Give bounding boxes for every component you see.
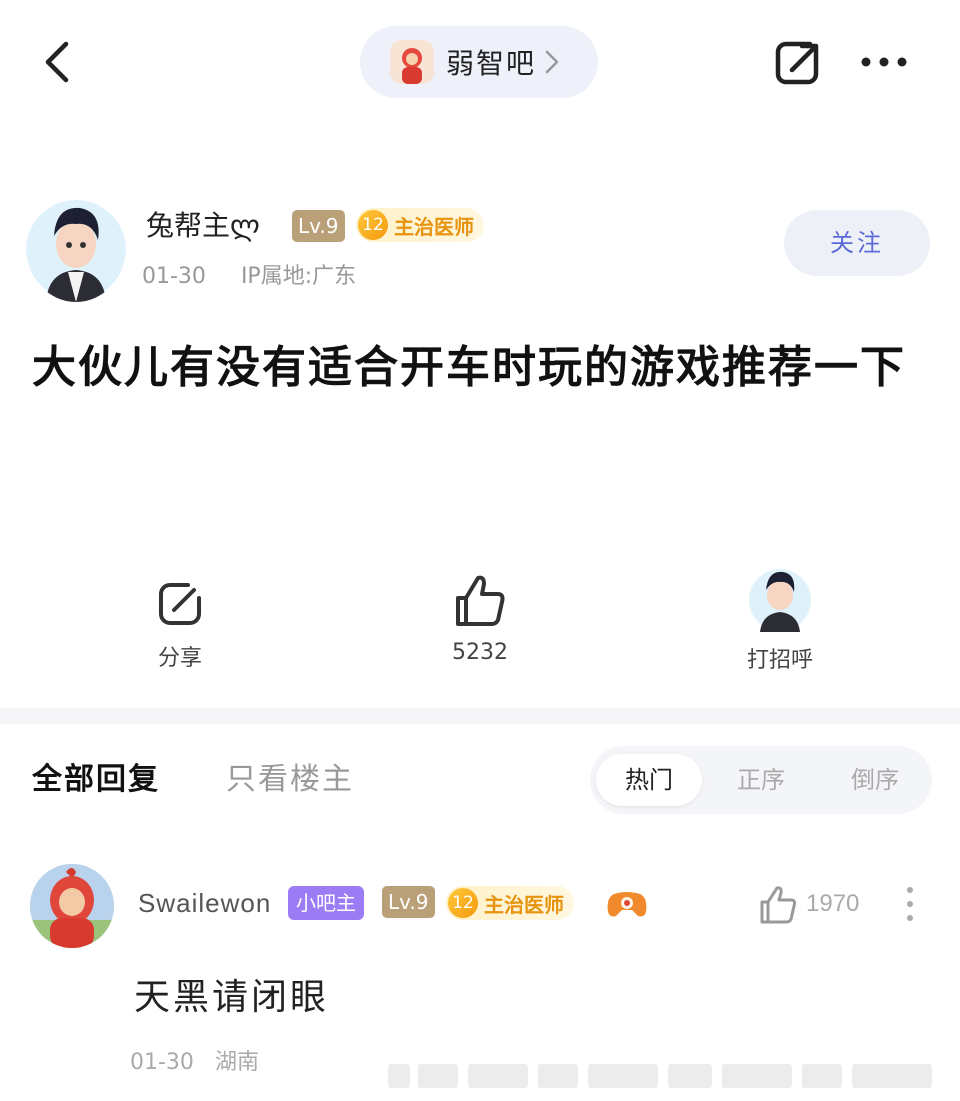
rank-number: 12 [448,888,478,918]
share-label: 分享 [157,646,202,671]
post-title: 大伙儿有没有适合开车时玩的游戏推荐一下 [32,342,906,393]
post-meta: 01-30 IP属地:广东 [142,258,384,290]
more-options-icon[interactable] [858,52,910,72]
greet-label: 打招呼 [746,648,813,673]
forum-avatar [390,40,434,84]
rank-badge: 12 主治医师 [446,886,574,920]
share-icon[interactable] [772,38,826,88]
sort-toggle: 热门 正序 倒序 [590,746,932,814]
reply-location: 湖南 [214,1050,259,1075]
watermark [388,1064,932,1088]
sort-hot[interactable]: 热门 [596,754,702,806]
share-action[interactable]: 分享 [110,578,250,672]
like-count: 5232 [452,640,508,665]
chevron-right-icon [545,50,559,74]
rank-badge: 12 主治医师 [356,208,484,242]
author-avatar[interactable] [26,192,126,302]
forum-link[interactable]: 弱智吧 [360,26,598,98]
author-name[interactable]: 兔帮主ლ [146,204,260,244]
like-action[interactable]: 5232 [410,572,550,665]
sort-descending[interactable]: 倒序 [822,754,928,806]
forum-name: 弱智吧 [446,47,537,80]
rank-number: 12 [358,210,388,240]
post-date: 01-30 [142,264,206,289]
reply-meta: 01-30 湖南 [130,1044,273,1076]
sort-ascending[interactable]: 正序 [708,754,814,806]
thumbs-up-icon [456,575,505,626]
greet-action[interactable]: 打招呼 [710,562,850,674]
thumbs-up-icon[interactable] [758,884,798,926]
reply-like-count: 1970 [806,890,860,917]
level-badge: Lv.9 [292,210,345,242]
share-icon [159,583,201,625]
moderator-badge: 小吧主 [288,886,364,920]
greet-avatar [749,569,811,632]
reply-date: 01-30 [130,1050,194,1075]
rank-title: 主治医师 [484,892,564,917]
follow-button[interactable]: 关注 [784,210,930,276]
level-badge: Lv.9 [382,886,435,918]
reply-content: 天黑请闭眼 [134,977,330,1018]
reply-avatar[interactable] [30,864,114,948]
more-vertical-icon[interactable] [904,884,916,924]
tab-all-replies[interactable]: 全部回复 [32,754,160,798]
reply-username[interactable]: Swailewon [138,888,271,919]
ip-location: IP属地:广东 [240,264,357,289]
back-arrow-icon[interactable] [38,38,82,86]
gamepad-icon [607,892,647,917]
section-divider [0,708,960,724]
rank-title: 主治医师 [394,214,474,239]
tab-op-only[interactable]: 只看楼主 [226,754,354,798]
